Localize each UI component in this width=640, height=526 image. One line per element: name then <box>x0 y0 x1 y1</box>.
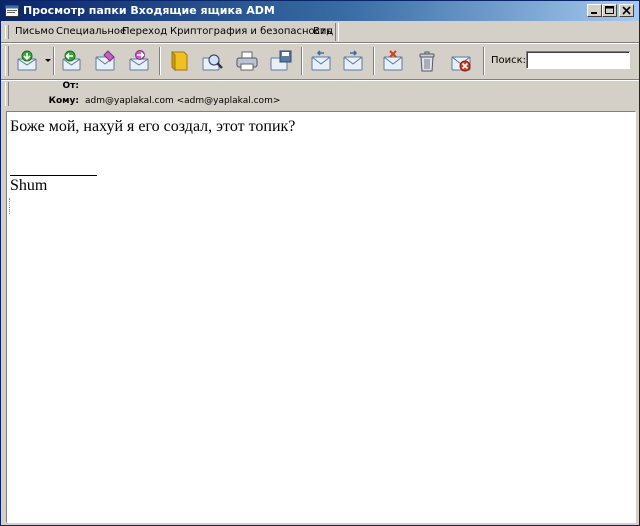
app-window-icon <box>5 5 19 17</box>
get-mail-dropdown-icon[interactable] <box>45 59 51 62</box>
delete-icon <box>419 51 435 72</box>
reply-button[interactable] <box>57 47 85 75</box>
message-headers: От: Кому: adm@yaplakal.com <adm@yaplakal… <box>1 81 639 109</box>
toolbar-separator <box>159 47 161 75</box>
find-icon <box>202 54 223 71</box>
previous-button[interactable] <box>307 47 335 75</box>
message-body[interactable]: Боже мой, нахуй я его создал, этот топик… <box>6 111 636 523</box>
previous-icon <box>311 50 331 71</box>
next-icon <box>343 50 363 71</box>
menu-item-crypto[interactable]: Криптография и безопасность <box>170 26 332 37</box>
menu-item-view[interactable]: Вид <box>313 26 333 37</box>
forward-button[interactable] <box>125 47 153 75</box>
toolbar-separator <box>301 47 303 75</box>
title-bar[interactable]: Просмотр папки Входящие ящика ADM <box>1 1 639 21</box>
quote-marker <box>9 198 11 214</box>
mark-icon <box>383 50 403 71</box>
minimize-icon <box>591 12 597 14</box>
maximize-button[interactable] <box>602 4 617 17</box>
mark-button[interactable] <box>379 47 407 75</box>
junk-icon <box>451 56 471 72</box>
message-text: Боже мой, нахуй я его создал, этот топик… <box>10 118 296 135</box>
print-icon <box>236 51 258 71</box>
toolbar-separator <box>373 47 375 75</box>
delete-button[interactable] <box>413 47 441 75</box>
menubar-edge <box>335 23 339 41</box>
close-button[interactable] <box>619 4 634 17</box>
from-label: От: <box>62 81 79 91</box>
search-label: Поиск: <box>491 55 527 66</box>
address-book-icon <box>171 50 188 72</box>
compose-icon <box>95 50 115 71</box>
reply-icon <box>62 50 81 71</box>
mail-viewer-window: Просмотр папки Входящие ящика ADM Письмо… <box>0 0 640 526</box>
to-value[interactable]: adm@yaplakal.com <adm@yaplakal.com> <box>85 96 280 106</box>
next-button[interactable] <box>339 47 367 75</box>
get-mail-button[interactable] <box>13 47 41 75</box>
junk-button[interactable] <box>447 47 475 75</box>
search-input[interactable] <box>526 51 630 69</box>
maximize-icon <box>605 6 614 14</box>
to-label: Кому: <box>48 96 79 106</box>
toolbar-separator <box>53 47 55 75</box>
menu-item-letter[interactable]: Письмо <box>15 26 54 37</box>
signature-separator <box>10 175 97 176</box>
compose-button[interactable] <box>91 47 119 75</box>
print-button[interactable] <box>233 47 261 75</box>
save-button[interactable] <box>267 47 295 75</box>
toolbar-separator <box>483 47 485 75</box>
close-icon <box>622 6 631 15</box>
minimize-button[interactable] <box>587 4 602 17</box>
menubar-grip[interactable] <box>5 25 9 39</box>
save-icon <box>270 50 292 71</box>
window-title: Просмотр папки Входящие ящика ADM <box>23 4 275 17</box>
get-mail-icon <box>17 50 37 71</box>
menu-item-go[interactable]: Переход <box>122 26 167 37</box>
address-book-button[interactable] <box>165 47 193 75</box>
toolbar-grip[interactable] <box>5 46 9 76</box>
menu-item-special[interactable]: Специальное <box>56 26 126 37</box>
menu-bar: Письмо Специальное Переход Криптография … <box>5 23 335 41</box>
signature-text: Shum <box>10 177 48 194</box>
forward-icon <box>129 50 149 71</box>
find-button[interactable] <box>199 47 227 75</box>
